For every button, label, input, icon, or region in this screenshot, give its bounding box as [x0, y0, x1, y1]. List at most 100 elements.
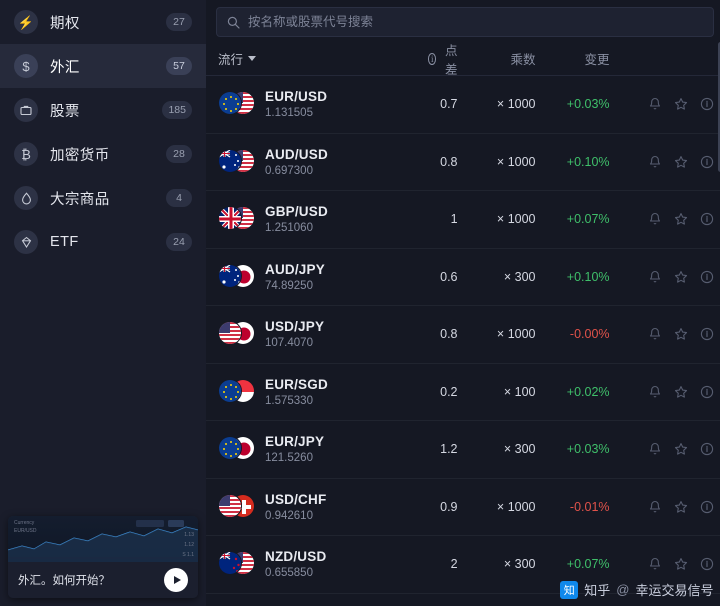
- column-header-popular[interactable]: 流行: [218, 49, 428, 68]
- star-icon[interactable]: [674, 270, 688, 284]
- sidebar-item-etf[interactable]: ETF 24: [0, 220, 206, 264]
- search-icon: [227, 16, 240, 29]
- instrument-spread: 2: [450, 557, 458, 572]
- star-icon[interactable]: [674, 97, 688, 111]
- flag-pair: [218, 90, 255, 118]
- table-row[interactable]: EUR/SGD 1.575330 0.2 × 100 +0.02%: [206, 364, 720, 421]
- promo-chart-label: EUR/USD: [14, 528, 37, 534]
- instrument-change: +0.07%: [566, 212, 610, 227]
- sidebar-item-label: ETF: [50, 234, 79, 250]
- table-row[interactable]: EUR/USD 1.131505 0.7 × 1000 +0.03%: [206, 76, 720, 134]
- bell-icon[interactable]: [648, 155, 662, 169]
- bell-icon[interactable]: [648, 327, 662, 341]
- info-icon[interactable]: [700, 385, 714, 399]
- instrument-symbol: EUR/JPY: [265, 434, 325, 450]
- watermark-site: 知乎: [584, 583, 611, 598]
- info-icon[interactable]: [700, 500, 714, 514]
- info-icon[interactable]: [700, 442, 714, 456]
- search-input[interactable]: [248, 15, 703, 29]
- info-icon[interactable]: [700, 270, 714, 284]
- info-icon[interactable]: [700, 155, 714, 169]
- sidebar-item-stocks[interactable]: 股票 185: [0, 88, 206, 132]
- sidebar-item-crypto[interactable]: ₿ 加密货币 28: [0, 132, 206, 176]
- sidebar-item-label: 期权: [50, 15, 80, 32]
- row-actions: [628, 557, 714, 571]
- bell-icon[interactable]: [648, 500, 662, 514]
- column-header-popular-label: 流行: [218, 53, 244, 67]
- info-icon[interactable]: i: [428, 52, 437, 65]
- instrument-multiplier: × 300: [503, 557, 536, 572]
- bell-icon[interactable]: [648, 270, 662, 284]
- sidebar-item-commodities[interactable]: 大宗商品 4: [0, 176, 206, 220]
- instrument-change: +0.03%: [566, 97, 610, 112]
- flag-pair: [218, 378, 255, 406]
- star-icon[interactable]: [674, 500, 688, 514]
- flag-au-icon: [218, 263, 242, 288]
- instrument-change: -0.01%: [569, 499, 610, 514]
- bell-icon[interactable]: [648, 442, 662, 456]
- instrument-name-cell: EUR/USD 1.131505: [218, 89, 428, 119]
- instrument-name-cell: NZD/USD 0.655850: [218, 549, 428, 579]
- flag-pair: [218, 263, 255, 291]
- instrument-change: +0.10%: [566, 269, 610, 284]
- column-header-spread-label: 点差: [445, 43, 458, 77]
- bell-icon[interactable]: [648, 385, 662, 399]
- briefcase-icon: [14, 98, 38, 122]
- bell-icon[interactable]: [648, 97, 662, 111]
- instrument-change: +0.07%: [566, 557, 610, 572]
- instrument-name-cell: EUR/JPY 121.5260: [218, 434, 428, 464]
- row-actions: [628, 442, 714, 456]
- info-icon[interactable]: [700, 557, 714, 571]
- lightning-icon: ⚡: [14, 10, 38, 34]
- instrument-list: EUR/USD 1.131505 0.7 × 1000 +0.03% AUD/U…: [206, 76, 720, 606]
- diamond-icon: [14, 230, 38, 254]
- instrument-multiplier: × 1000: [496, 97, 536, 112]
- flag-us-icon: [218, 493, 242, 518]
- bell-icon[interactable]: [648, 557, 662, 571]
- table-row[interactable]: USD/JPY 107.4070 0.8 × 1000 -0.00%: [206, 306, 720, 364]
- promo-title: 外汇。如何开始？: [18, 575, 110, 587]
- bell-icon[interactable]: [648, 212, 662, 226]
- sidebar-item-forex[interactable]: $ 外汇 57: [0, 44, 206, 88]
- table-row[interactable]: AUD/USD 0.697300 0.8 × 1000 +0.10%: [206, 134, 720, 191]
- row-actions: [628, 97, 714, 111]
- search-bar: [206, 0, 720, 42]
- table-row[interactable]: GBP/USD 1.251060 1 × 1000 +0.07%: [206, 191, 720, 249]
- promo-card[interactable]: Currency EUR/USD 1.13 1.12 S 1.1 外汇。如何开始…: [8, 516, 198, 598]
- star-icon[interactable]: [674, 155, 688, 169]
- star-icon[interactable]: [674, 557, 688, 571]
- instrument-price: 1.131505: [265, 107, 313, 120]
- table-row[interactable]: AUD/JPY 74.89250 0.6 × 300 +0.10%: [206, 249, 720, 306]
- row-actions: [628, 212, 714, 226]
- chevron-down-icon: [248, 56, 257, 61]
- instrument-symbol: USD/JPY: [265, 319, 325, 335]
- star-icon[interactable]: [674, 385, 688, 399]
- info-icon[interactable]: [700, 97, 714, 111]
- star-icon[interactable]: [674, 442, 688, 456]
- instrument-symbol: AUD/JPY: [265, 261, 325, 277]
- star-icon[interactable]: [674, 327, 688, 341]
- table-row[interactable]: USD/CHF 0.942610 0.9 × 1000 -0.01%: [206, 479, 720, 536]
- instrument-symbol: AUD/USD: [265, 146, 328, 162]
- info-icon[interactable]: [700, 212, 714, 226]
- play-icon[interactable]: [164, 568, 188, 592]
- table-header: 流行 i 点差 乘数 变更: [206, 42, 720, 77]
- instrument-price: 0.942610: [265, 509, 313, 522]
- table-row[interactable]: EUR/JPY 121.5260 1.2 × 300 +0.03%: [206, 421, 720, 479]
- search-box[interactable]: [216, 7, 714, 37]
- sidebar-item-count: 4: [166, 189, 192, 207]
- sidebar: ⚡ 期权 27 $ 外汇 57 股票 185 ₿ 加密货币 28 大宗商品 4 …: [0, 0, 206, 606]
- promo-chart-label: 1.12: [184, 542, 194, 548]
- star-icon[interactable]: [674, 212, 688, 226]
- instrument-name-cell: AUD/USD 0.697300: [218, 147, 428, 177]
- instrument-change: -0.00%: [569, 327, 610, 342]
- sidebar-item-options[interactable]: ⚡ 期权 27: [0, 0, 206, 44]
- row-actions: [628, 327, 714, 341]
- instrument-change: +0.02%: [566, 384, 610, 399]
- flag-pair: [218, 148, 255, 176]
- info-icon[interactable]: [700, 327, 714, 341]
- flag-au-icon: [218, 148, 242, 173]
- instrument-price: 121.5260: [265, 452, 313, 465]
- bitcoin-icon: ₿: [14, 142, 38, 166]
- flag-pair: [218, 550, 255, 578]
